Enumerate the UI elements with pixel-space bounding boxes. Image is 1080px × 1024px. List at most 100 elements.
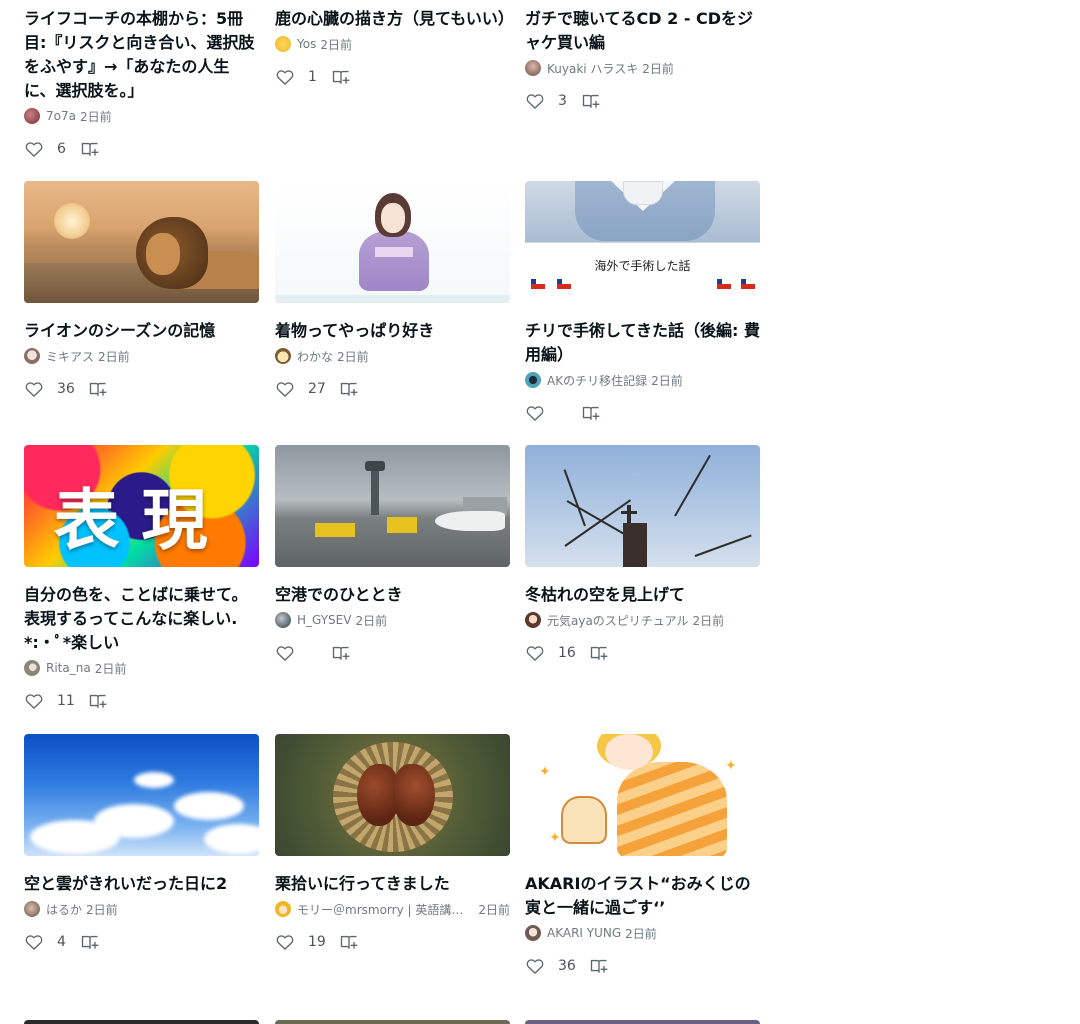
note-card[interactable]: 海外で手術した話 チリで手術してきた話（後編: 費用編） AKのチリ移住記録 2… [525,181,760,423]
add-to-magazine-button[interactable] [80,139,100,159]
thumbnail-art [275,295,510,303]
like-button[interactable]: 36 [525,956,576,976]
author-avatar[interactable] [24,901,40,917]
card-title[interactable]: 空港でのひととき [275,583,510,607]
card-thumbnail[interactable] [525,1020,760,1024]
like-button[interactable]: 16 [525,643,576,663]
add-to-magazine-button[interactable] [88,691,108,711]
thumbnail-art [359,231,429,291]
add-to-magazine-button[interactable] [88,379,108,399]
card-meta: ミキアス 2日前 [24,348,259,364]
card-thumbnail[interactable] [24,181,259,303]
card-thumbnail[interactable] [275,734,510,856]
heart-outline-icon [276,935,294,950]
author-name[interactable]: わかな [297,348,333,365]
author-name[interactable]: モリー＠mrsmorry | 英語講師NZ | 国際結婚 [297,901,474,918]
author-avatar[interactable] [525,925,541,941]
post-time: 2日前 [642,61,674,76]
add-to-magazine-button[interactable] [331,643,351,663]
card-thumbnail[interactable]: 海外で手術した話 [525,181,760,303]
note-card[interactable]: 栗拾いに行ってきました モリー＠mrsmorry | 英語講師NZ | 国際結婚… [275,734,510,952]
card-title[interactable]: AKARIのイラスト“おみくじの寅と一緒に過ごす‘’ [525,872,760,920]
author-name[interactable]: AKARI YUNG [547,926,621,940]
note-card[interactable]: ガチで聴いてるCD 2 - CDをジャケ買い編 Kuyaki ハラスキ 2日前 … [525,7,760,111]
card-thumbnail[interactable] [525,445,760,567]
note-card[interactable]: ✦ ✦ ✦ AKARIのイラスト“おみくじの寅と一緒に過ごす‘’ AKARI Y… [525,734,760,976]
card-meta: 7o7a 2日前 [24,108,259,124]
card-title[interactable]: 着物ってやっぱり好き [275,319,510,343]
author-name[interactable]: Kuyaki ハラスキ [547,60,638,77]
card-thumbnail[interactable] [24,1020,259,1024]
card-title[interactable]: 空と雲がきれいだった日に2 [24,872,259,896]
author-name[interactable]: はるか [46,901,82,918]
note-card[interactable]: 着物ってやっぱり好き わかな 2日前 27 [275,181,510,399]
card-thumbnail[interactable]: ✦ ✦ ✦ [525,734,760,856]
card-actions: 36 [24,379,259,399]
card-title[interactable]: ガチで聴いてるCD 2 - CDをジャケ買い編 [525,7,760,55]
chile-flag-icon [531,279,545,289]
author-avatar[interactable] [525,372,541,388]
author-avatar[interactable] [24,660,40,676]
card-thumbnail[interactable] [275,1020,510,1024]
author-avatar[interactable] [275,348,291,364]
like-button[interactable]: 1 [275,67,318,87]
author-avatar[interactable] [525,612,541,628]
note-card[interactable]: ライフコーチの本棚から：5冊目:『リスクと向き合い、選択肢をふやす』→「あなたの… [24,7,259,159]
author-avatar[interactable] [275,901,291,917]
like-button[interactable] [525,403,568,423]
author-avatar[interactable] [24,108,40,124]
note-card[interactable]: 表現 自分の色を、ことばに乗せて。表現するってこんなに楽しい.*:・ﾟ*楽しい … [24,445,259,711]
card-thumbnail[interactable] [24,734,259,856]
author-name[interactable]: Yos [297,37,316,51]
magazine-add-icon [590,959,608,973]
card-thumbnail[interactable]: 表現 [24,445,259,567]
magazine-add-icon [332,70,350,84]
like-button[interactable]: 27 [275,379,326,399]
thumbnail-art [563,469,586,527]
card-meta: わかな 2日前 [275,348,510,364]
add-to-magazine-button[interactable] [581,91,601,111]
author-name[interactable]: ミキアス [46,348,94,365]
card-title[interactable]: 自分の色を、ことばに乗せて。表現するってこんなに楽しい.*:・ﾟ*楽しい [24,583,259,655]
add-to-magazine-button[interactable] [331,67,351,87]
author-avatar[interactable] [525,60,541,76]
note-card[interactable]: 空港でのひととき H_GYSEV 2日前 [275,445,510,663]
note-card[interactable]: ライオンのシーズンの記憶 ミキアス 2日前 36 [24,181,259,399]
card-actions: 19 [275,932,510,952]
post-time: 2日前 [625,926,657,941]
card-thumbnail[interactable] [275,181,510,303]
author-name[interactable]: AKのチリ移住記録 [547,372,647,389]
card-title[interactable]: 鹿の心臓の描き方（見てもいい） [275,7,514,31]
like-button[interactable]: 6 [24,139,67,159]
author-name[interactable]: 7o7a [46,109,76,123]
author-name[interactable]: 元気ayaのスピリチュアル [547,612,688,629]
thumbnail-art [393,764,435,826]
like-button[interactable] [275,643,318,663]
note-card[interactable]: 鹿の心臓の描き方（見てもいい） Yos 2日前 1 [275,7,514,87]
add-to-magazine-button[interactable] [80,932,100,952]
add-to-magazine-button[interactable] [339,932,359,952]
add-to-magazine-button[interactable] [581,403,601,423]
author-avatar[interactable] [275,612,291,628]
card-title[interactable]: チリで手術してきた話（後編: 費用編） [525,319,760,367]
add-to-magazine-button[interactable] [339,379,359,399]
card-thumbnail[interactable] [275,445,510,567]
author-avatar[interactable] [275,36,291,52]
like-button[interactable]: 11 [24,691,75,711]
add-to-magazine-button[interactable] [589,956,609,976]
like-button[interactable]: 4 [24,932,67,952]
like-button[interactable]: 19 [275,932,326,952]
author-name[interactable]: H_GYSEV [297,613,351,627]
card-title[interactable]: ライフコーチの本棚から：5冊目:『リスクと向き合い、選択肢をふやす』→「あなたの… [24,7,259,103]
note-card[interactable]: 空と雲がきれいだった日に2 はるか 2日前 4 [24,734,259,952]
like-button[interactable]: 36 [24,379,75,399]
add-to-magazine-button[interactable] [589,643,609,663]
card-title[interactable]: 冬枯れの空を見上げて [525,583,760,607]
heart-outline-icon [25,142,43,157]
note-card[interactable]: 冬枯れの空を見上げて 元気ayaのスピリチュアル 2日前 16 [525,445,760,663]
card-title[interactable]: ライオンのシーズンの記憶 [24,319,259,343]
author-name[interactable]: Rita_na [46,661,91,675]
like-button[interactable]: 3 [525,91,568,111]
card-title[interactable]: 栗拾いに行ってきました [275,872,510,896]
author-avatar[interactable] [24,348,40,364]
